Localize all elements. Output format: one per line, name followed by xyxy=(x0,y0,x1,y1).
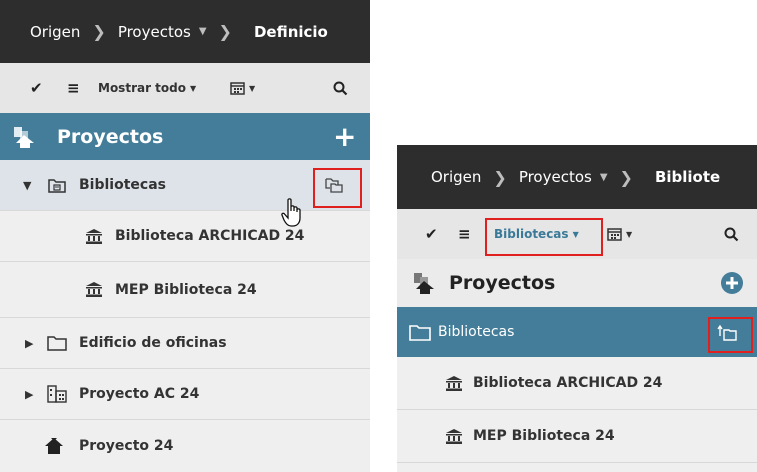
tree-row-label: Biblioteca ARCHICAD 24 xyxy=(115,228,305,244)
library-building-icon xyxy=(446,375,462,391)
tree-row-bibliotecas[interactable]: Bibliotecas xyxy=(397,307,757,357)
tree-row-label: Proyecto AC 24 xyxy=(79,386,200,402)
caret-down-icon: ▼ xyxy=(626,229,633,239)
filter-dropdown[interactable]: Mostrar todo ▼ xyxy=(98,81,196,95)
breadcrumb-projects[interactable]: Proyectos xyxy=(519,168,592,186)
breadcrumb-origin[interactable]: Origen xyxy=(431,168,481,186)
toolbar: ✔ ≡ Mostrar todo ▼ ▼ xyxy=(0,63,370,113)
house-project-icon xyxy=(45,438,63,454)
checkmark-icon[interactable]: ✔ xyxy=(30,79,43,97)
tree-row-edificio-oficinas[interactable]: ▶ Edificio de oficinas xyxy=(0,318,370,368)
breadcrumb-current: Bibliote xyxy=(654,168,721,186)
projects-icon xyxy=(14,126,34,148)
chevron-right-icon: ❯ xyxy=(493,167,507,187)
library-building-icon xyxy=(86,282,102,297)
tree-row-label: Biblioteca ARCHICAD 24 xyxy=(473,375,663,391)
projects-icon xyxy=(414,273,434,294)
breadcrumb-current: Definicio xyxy=(253,22,328,41)
building-project-icon xyxy=(47,385,67,403)
left-panel: Origen ❯ Proyectos ▼ ❯ Definicio ✔ ≡ Mos… xyxy=(0,0,370,472)
chevron-right-icon: ❯ xyxy=(92,22,106,41)
search-icon[interactable] xyxy=(724,227,739,242)
library-folder-icon xyxy=(48,178,66,193)
calendar-icon xyxy=(607,228,622,241)
tree-row-label: Edificio de oficinas xyxy=(79,335,227,351)
caret-down-icon[interactable]: ▼ xyxy=(23,179,31,192)
chevron-right-icon: ❯ xyxy=(218,22,232,41)
caret-right-icon[interactable]: ▶ xyxy=(25,388,33,401)
tree-row-label: Bibliotecas xyxy=(79,177,166,193)
projects-header: Proyectos + xyxy=(0,113,370,160)
folder-icon xyxy=(409,324,431,341)
hand-pointer-icon xyxy=(281,198,301,227)
tree-row-biblioteca-archicad[interactable]: Biblioteca ARCHICAD 24 xyxy=(0,211,370,261)
search-icon[interactable] xyxy=(333,81,348,96)
add-project-button[interactable]: + xyxy=(333,120,356,153)
caret-down-icon[interactable]: ▼ xyxy=(600,172,608,183)
caret-down-icon: ▼ xyxy=(190,83,197,93)
menu-icon[interactable]: ≡ xyxy=(458,225,471,243)
filter-label: Mostrar todo xyxy=(98,81,186,95)
projects-title: Proyectos xyxy=(57,125,164,148)
highlight-box xyxy=(485,218,603,256)
right-panel: Origen ❯ Proyectos ▼ ❯ Bibliote ✔ ≡ Bibl… xyxy=(397,145,757,472)
highlight-box xyxy=(708,317,753,353)
chevron-right-icon: ❯ xyxy=(619,167,633,187)
calendar-dropdown[interactable]: ▼ xyxy=(230,81,255,95)
library-building-icon xyxy=(446,428,462,444)
tree-row-label: MEP Biblioteca 24 xyxy=(473,428,615,444)
caret-down-icon: ▼ xyxy=(249,83,256,93)
checkmark-icon[interactable]: ✔ xyxy=(425,225,438,243)
tree-row-proyecto-ac24[interactable]: ▶ Proyecto AC 24 xyxy=(0,369,370,419)
tree-row-biblioteca-archicad[interactable]: Biblioteca ARCHICAD 24 xyxy=(397,357,757,409)
divider xyxy=(397,462,757,463)
tree-row-label: Bibliotecas xyxy=(438,324,515,340)
add-circle-icon[interactable] xyxy=(721,272,743,294)
projects-header: Proyectos xyxy=(397,259,757,307)
tree-row-proyecto-24[interactable]: Proyecto 24 xyxy=(0,420,370,472)
library-building-icon xyxy=(86,228,102,244)
menu-icon[interactable]: ≡ xyxy=(67,79,80,97)
breadcrumb-origin[interactable]: Origen xyxy=(30,23,80,41)
tree-row-label: MEP Biblioteca 24 xyxy=(115,281,257,298)
tree-row-mep-biblioteca[interactable]: MEP Biblioteca 24 xyxy=(397,410,757,462)
breadcrumb: Origen ❯ Proyectos ▼ ❯ Definicio xyxy=(0,0,370,63)
tree-row-mep-biblioteca[interactable]: MEP Biblioteca 24 xyxy=(0,262,370,317)
caret-down-icon[interactable]: ▼ xyxy=(199,26,207,37)
breadcrumb-projects[interactable]: Proyectos xyxy=(118,23,191,41)
projects-title: Proyectos xyxy=(449,272,556,294)
calendar-icon xyxy=(230,82,245,95)
caret-right-icon[interactable]: ▶ xyxy=(25,337,33,350)
folder-icon xyxy=(47,336,67,351)
tree-row-label: Proyecto 24 xyxy=(79,438,174,454)
calendar-dropdown[interactable]: ▼ xyxy=(607,227,632,241)
highlight-box xyxy=(313,168,362,208)
breadcrumb: Origen ❯ Proyectos ▼ ❯ Bibliote xyxy=(397,145,757,209)
